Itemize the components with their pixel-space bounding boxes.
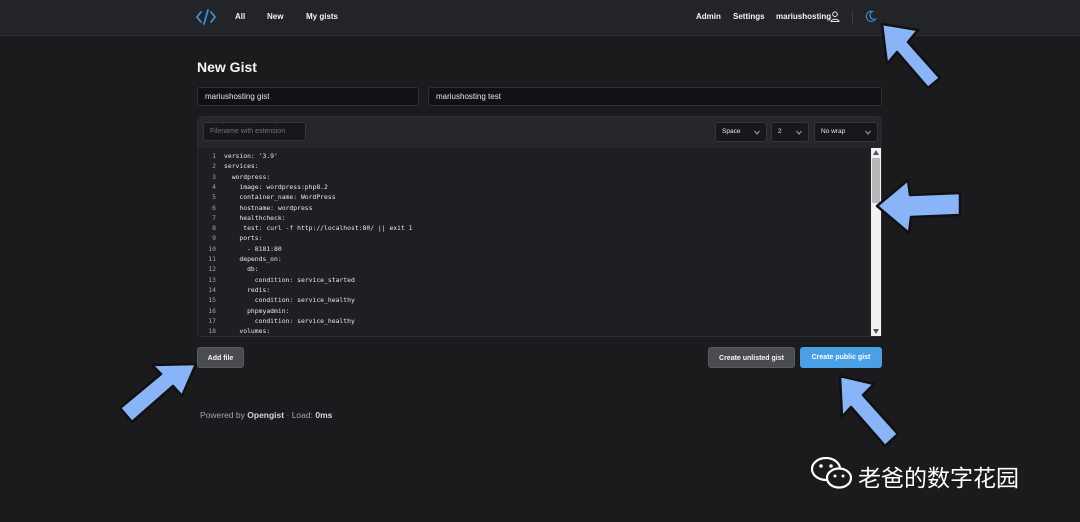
chevron-down-icon <box>754 130 760 135</box>
code-line-text[interactable]: container_name: WordPress <box>224 192 335 202</box>
line-number: 16 <box>208 306 216 315</box>
code-line-text[interactable]: hostname: wordpress <box>224 203 312 213</box>
add-file-button[interactable]: Add file <box>197 347 244 368</box>
code-line-text[interactable]: phpmyadmin: <box>224 306 289 316</box>
code-line[interactable]: 9 ports: <box>198 233 868 243</box>
line-number: 10 <box>208 244 216 253</box>
code-line[interactable]: 1 version: '3.9' <box>198 151 868 161</box>
code-line[interactable]: 12 db: <box>198 264 868 274</box>
gist-description-input[interactable]: mariushosting test <box>428 87 882 106</box>
nav-all-link[interactable]: All <box>235 12 245 21</box>
code-line[interactable]: 8 test: curl -f http://localhost:80/ || … <box>198 223 868 233</box>
line-number: 14 <box>208 285 216 294</box>
footer-load-label: Load: <box>291 410 313 420</box>
code-line-text[interactable]: test: curl -f http://localhost:80/ || ex… <box>224 223 412 233</box>
line-number: 4 <box>212 182 216 191</box>
code-line-text[interactable]: wordpress: <box>224 172 270 182</box>
code-line[interactable]: 11 depends_on: <box>198 254 868 264</box>
file-editor: Filename with extension Space 2 No wrap … <box>197 116 882 337</box>
nav-divider <box>852 10 853 24</box>
line-number: 6 <box>212 203 216 212</box>
code-line[interactable]: 6 hostname: wordpress <box>198 203 868 213</box>
code-line[interactable]: 14 redis: <box>198 285 868 295</box>
code-line[interactable]: 13 condition: service_started <box>198 275 868 285</box>
code-editor[interactable]: 1 version: '3.9' 2 services: 3 wordpress: 4 i… <box>198 148 871 336</box>
code-line[interactable]: 5 container_name: WordPress <box>198 192 868 202</box>
code-line[interactable]: 10 - 8181:80 <box>198 244 868 254</box>
chevron-down-icon <box>865 130 871 135</box>
code-line[interactable]: 15 condition: service_healthy <box>198 295 868 305</box>
footer-load-value: 0ms <box>315 410 333 420</box>
code-line-text[interactable]: depends_on: <box>224 254 281 264</box>
code-line-text[interactable]: condition: service_started <box>224 275 355 285</box>
line-number: 5 <box>212 193 216 202</box>
line-number: 3 <box>212 172 216 181</box>
line-number: 15 <box>208 296 216 305</box>
annotation-arrow-icon <box>880 22 942 90</box>
code-line[interactable]: 16 phpmyadmin: <box>198 306 868 316</box>
nav-new-link[interactable]: New <box>267 12 283 21</box>
line-number: 7 <box>212 213 216 222</box>
moon-icon[interactable] <box>864 10 877 23</box>
code-line-text[interactable]: - 8181:80 <box>224 244 282 254</box>
code-line-text[interactable]: volumes: <box>224 326 270 336</box>
nav-admin-link[interactable]: Admin <box>696 12 721 21</box>
create-public-gist-button[interactable]: Create public gist <box>800 347 882 368</box>
code-line[interactable]: 17 condition: service_healthy <box>198 316 868 326</box>
line-number: 2 <box>212 162 216 171</box>
annotation-arrow-icon <box>118 362 198 424</box>
watermark-text: 老爸的数字花园 <box>858 466 1019 492</box>
line-number: 1 <box>212 152 216 160</box>
nav-settings-link[interactable]: Settings <box>733 12 765 21</box>
scroll-down-arrow-icon[interactable] <box>873 329 879 334</box>
nav-my-gists-link[interactable]: My gists <box>306 12 338 21</box>
code-line[interactable]: 3 wordpress: <box>198 172 868 182</box>
line-number: 8 <box>212 224 216 233</box>
indent-size-select[interactable]: 2 <box>771 122 809 142</box>
line-number: 12 <box>208 265 216 274</box>
code-brackets-icon[interactable] <box>196 9 216 25</box>
indent-type-value: Space <box>722 128 741 135</box>
indent-type-select[interactable]: Space <box>715 122 767 142</box>
wechat-icon <box>810 456 853 489</box>
footer: Powered by Opengist · Load: 0ms <box>200 410 333 420</box>
gist-title-input[interactable]: mariushosting gist <box>197 87 419 106</box>
code-line-text[interactable]: db: <box>224 264 259 274</box>
code-line-text[interactable]: condition: service_healthy <box>224 316 355 326</box>
code-line-text[interactable]: version: '3.9' <box>224 151 278 161</box>
indent-size-value: 2 <box>778 128 782 135</box>
line-number: 17 <box>208 316 216 325</box>
filename-input[interactable]: Filename with extension <box>203 122 306 141</box>
annotation-arrow-icon <box>838 374 900 448</box>
code-line[interactable]: 4 image: wordpress:php8.2 <box>198 182 868 192</box>
annotation-arrow-icon <box>875 178 962 235</box>
chevron-down-icon <box>796 130 802 135</box>
editor-toolbar: Filename with extension Space 2 No wrap <box>198 117 881 148</box>
create-unlisted-gist-button[interactable]: Create unlisted gist <box>708 347 795 368</box>
code-line-text[interactable]: healthcheck: <box>224 213 285 223</box>
code-line[interactable]: 2 services: <box>198 161 868 171</box>
code-line-text[interactable]: image: wordpress:php8.2 <box>224 182 328 192</box>
line-number: 11 <box>208 255 216 263</box>
code-line[interactable]: 18 volumes: <box>198 326 868 336</box>
wrap-select[interactable]: No wrap <box>814 122 878 142</box>
page-title: New Gist <box>197 59 257 75</box>
user-icon[interactable] <box>830 11 840 22</box>
code-line-text[interactable]: redis: <box>224 285 270 295</box>
footer-powered-by: Powered by <box>200 410 245 420</box>
code-line-text[interactable]: condition: service_healthy <box>224 295 355 305</box>
code-line-text[interactable]: services: <box>224 161 259 171</box>
line-number: 9 <box>212 234 216 243</box>
line-number: 13 <box>208 275 216 284</box>
watermark: 老爸的数字花园 <box>810 455 1060 492</box>
line-number: 18 <box>208 327 216 336</box>
code-line[interactable]: 7 healthcheck: <box>198 213 868 223</box>
scroll-up-arrow-icon[interactable] <box>873 150 879 155</box>
nav-username-link[interactable]: mariushosting <box>776 12 831 21</box>
wrap-value: No wrap <box>821 128 846 135</box>
code-line-text[interactable]: ports: <box>224 233 262 243</box>
footer-opengist-link[interactable]: Opengist <box>247 410 284 420</box>
